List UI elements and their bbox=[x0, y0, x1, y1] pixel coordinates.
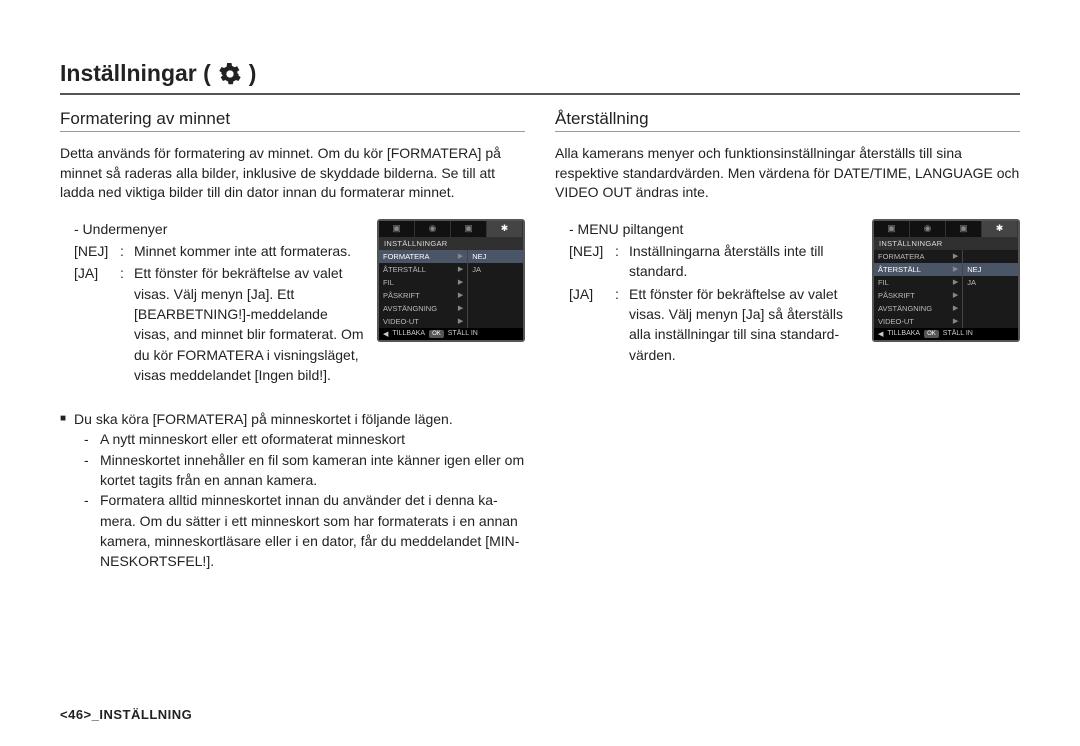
opt-nej-val: Minnet kommer inte att formateras. bbox=[134, 241, 365, 261]
opt-nej-colon: : bbox=[120, 241, 128, 261]
square-bullet-icon: ■ bbox=[60, 409, 66, 429]
lcd-bar-ok-r: OK bbox=[924, 330, 939, 338]
tab-camera-icon: ▣ bbox=[379, 221, 415, 237]
tab-display-icon: ▣ bbox=[946, 221, 982, 237]
lcd-mi-videout-r: VIDEO-UT▶ bbox=[874, 315, 962, 328]
lcd-opt-ja: JA bbox=[468, 263, 523, 276]
tab-settings-icon: ✱ bbox=[982, 221, 1018, 237]
lcd-mi-avstangning-r: AVSTÄNGNING▶ bbox=[874, 302, 962, 315]
lcd-bar-back: TILLBAKA bbox=[392, 330, 425, 337]
opt-ja-key-r: [JA] bbox=[569, 284, 609, 365]
dash-icon: - bbox=[84, 429, 94, 449]
opt-nej-key: [NEJ] bbox=[74, 241, 114, 261]
lcd-bar-set-r: STÄLL IN bbox=[943, 330, 973, 337]
lcd-header-r: INSTÄLLNINGAR bbox=[874, 237, 1018, 250]
lcd-mi-paskrift-r: PÅSKRIFT▶ bbox=[874, 289, 962, 302]
lcd-opt-nej-r: NEJ bbox=[963, 263, 1018, 276]
opt-ja-val-r: Ett fönster för bekräftelse av valet vis… bbox=[629, 284, 860, 365]
lcd-bar-back-r: TILLBAKA bbox=[887, 330, 920, 337]
tab-camera-icon: ▣ bbox=[874, 221, 910, 237]
opt-ja-key: [JA] bbox=[74, 263, 114, 385]
section-aterstallning: Återställning Alla kamerans menyer och f… bbox=[555, 109, 1020, 572]
note-item-b: Minneskortet innehåller en fil som kamer… bbox=[100, 450, 525, 491]
dash-icon: - bbox=[84, 450, 94, 491]
lcd-screenshot-formatera: ▣ ◉ ▣ ✱ INSTÄLLNINGAR FORMATERA▶ ÅTERSTÄ… bbox=[377, 219, 525, 342]
lcd-bar-set: STÄLL IN bbox=[448, 330, 478, 337]
submenu-label-right: - MENU piltangent bbox=[569, 219, 860, 239]
page-title-suffix: ) bbox=[249, 60, 257, 87]
lcd-mi-avstangning: AVSTÄNGNING▶ bbox=[379, 302, 467, 315]
note-item-c: Formatera alltid minneskortet innan du a… bbox=[100, 490, 525, 571]
lcd-mi-aterstall-r: ÅTERSTÄLL▶ bbox=[874, 263, 962, 276]
opt-nej-val-r: Inställningarna återställs inte till sta… bbox=[629, 241, 860, 282]
gear-icon bbox=[219, 63, 241, 85]
lcd-mi-paskrift: PÅSKRIFT▶ bbox=[379, 289, 467, 302]
lcd-screenshot-aterstall: ▣ ◉ ▣ ✱ INSTÄLLNINGAR FORMATERA▶ ÅTERSTÄ… bbox=[872, 219, 1020, 342]
heading-aterstallning: Återställning bbox=[555, 109, 1020, 132]
lcd-opt-ja-r: JA bbox=[963, 276, 1018, 289]
opt-nej-key-r: [NEJ] bbox=[569, 241, 609, 282]
note-item-a: A nytt minneskort eller ett oformaterat … bbox=[100, 429, 405, 449]
opt-nej-colon-r: : bbox=[615, 241, 623, 282]
lcd-mi-aterstall: ÅTERSTÄLL▶ bbox=[379, 263, 467, 276]
lcd-mi-formatera-r: FORMATERA▶ bbox=[874, 250, 962, 263]
submenu-label: - Undermenyer bbox=[74, 219, 365, 239]
note-lead: Du ska köra [FORMATERA] på minneskortet … bbox=[74, 409, 453, 429]
lcd-mi-fil-r: FIL▶ bbox=[874, 276, 962, 289]
intro-formatering: Detta används för formatering av minnet.… bbox=[60, 144, 525, 203]
lcd-opt-nej: NEJ bbox=[468, 250, 523, 263]
opt-ja-colon-r: : bbox=[615, 284, 623, 365]
tab-settings-icon: ✱ bbox=[487, 221, 523, 237]
lcd-mi-videout: VIDEO-UT▶ bbox=[379, 315, 467, 328]
footer-label: _INSTÄLLNING bbox=[92, 707, 193, 722]
opt-ja-val: Ett fönster för bekräftelse av valet vis… bbox=[134, 263, 365, 385]
lcd-header: INSTÄLLNINGAR bbox=[379, 237, 523, 250]
page-title: Inställningar ( ) bbox=[60, 60, 1020, 95]
back-arrow-icon: ◀ bbox=[383, 330, 388, 338]
tab-display-icon: ▣ bbox=[451, 221, 487, 237]
footer-page-number: <46> bbox=[60, 707, 92, 722]
lcd-mi-fil: FIL▶ bbox=[379, 276, 467, 289]
heading-formatering: Formatering av minnet bbox=[60, 109, 525, 132]
intro-aterstallning: Alla kamerans menyer och funktionsinstäl… bbox=[555, 144, 1020, 203]
page-footer: <46>_INSTÄLLNING bbox=[60, 707, 192, 722]
section-formatering: Formatering av minnet Detta används för … bbox=[60, 109, 525, 572]
lcd-bar-ok: OK bbox=[429, 330, 444, 338]
dash-icon: - bbox=[84, 490, 94, 571]
back-arrow-icon: ◀ bbox=[878, 330, 883, 338]
lcd-mi-formatera: FORMATERA▶ bbox=[379, 250, 467, 263]
tab-sound-icon: ◉ bbox=[415, 221, 451, 237]
page-title-prefix: Inställningar ( bbox=[60, 60, 211, 87]
tab-sound-icon: ◉ bbox=[910, 221, 946, 237]
opt-ja-colon: : bbox=[120, 263, 128, 385]
